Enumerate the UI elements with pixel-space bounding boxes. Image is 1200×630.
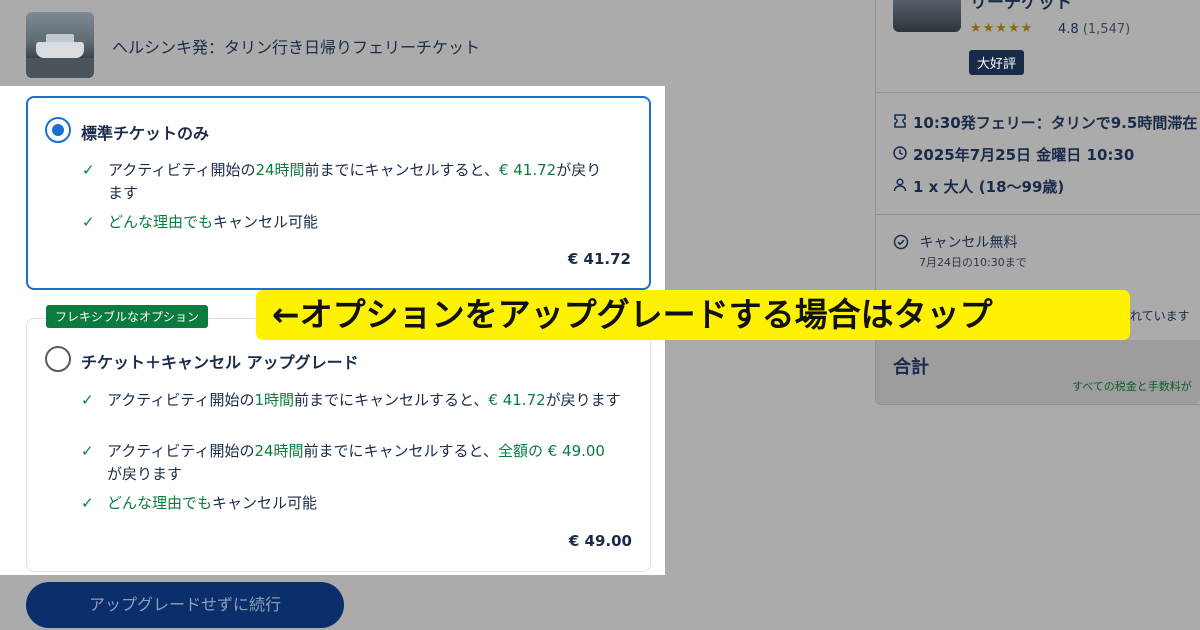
- option-price: € 41.72: [567, 250, 631, 268]
- feature-text: 前までにキャンセルすると、: [294, 391, 489, 409]
- feature-text: アクティビティ開始の: [107, 442, 255, 460]
- travelers-row: 1 x 大人 (18〜99歳): [893, 176, 1064, 197]
- feature-item: ✓ アクティビティ開始の24時間前までにキャンセルすると、€ 41.72が戻りま…: [82, 159, 602, 205]
- summary-thumbnail: [893, 0, 961, 32]
- check-icon: ✓: [81, 442, 94, 460]
- feature-item: ✓ どんな理由でもキャンセル可能: [81, 492, 317, 515]
- check-icon: ✓: [81, 494, 94, 512]
- popular-badge: 大好評: [969, 50, 1025, 75]
- cancel-deadline: 7月24日の10:30まで: [919, 256, 1027, 269]
- departure-row: 10:30発フェリー：タリンで9.5時間滞在: [893, 112, 1197, 133]
- feature-text: が戻ります: [545, 391, 621, 409]
- feature-text: アクティビティ開始の: [108, 161, 256, 179]
- tour-thumbnail: [26, 12, 94, 78]
- free-cancel-row: キャンセル無料: [893, 232, 1017, 252]
- feature-highlight: 24時間: [255, 161, 305, 179]
- date-row: 2025年7月25日 金曜日 10:30: [893, 144, 1134, 165]
- feature-price: € 41.72: [498, 161, 557, 179]
- departure-text: 10:30発フェリー：タリンで9.5時間滞在: [913, 114, 1198, 132]
- rating-value: 4.8: [1058, 22, 1079, 37]
- feature-text: が戻ります: [107, 465, 183, 483]
- page-title: ヘルシンキ発：タリン行き日帰りフェリーチケット: [112, 38, 481, 57]
- summary-divider: [876, 92, 1200, 93]
- feature-highlight: 24時間: [254, 442, 304, 460]
- option-title: チケット＋キャンセル アップグレード: [81, 353, 359, 372]
- date-text: 2025年7月25日 金曜日 10:30: [913, 146, 1135, 164]
- feature-item: ✓ どんな理由でもキャンセル可能: [82, 211, 318, 234]
- feature-text: キャンセル可能: [213, 213, 319, 231]
- feature-text: キャンセル可能: [212, 494, 318, 512]
- total-label: 合計: [893, 357, 929, 378]
- person-icon: [893, 178, 913, 196]
- feature-highlight: どんな理由でも: [107, 494, 213, 512]
- annotation-callout: ←オプションをアップグレードする場合はタップ: [256, 290, 1130, 340]
- continue-without-upgrade-button[interactable]: アップグレードせずに続行: [26, 582, 344, 628]
- option-title: 標準チケットのみ: [81, 124, 210, 143]
- flexible-option-badge: フレキシブルなオプション: [46, 305, 209, 328]
- travelers-text: 1 x 大人 (18〜99歳): [913, 178, 1065, 196]
- option-card-upgrade[interactable]: チケット＋キャンセル アップグレード ✓ アクティビティ開始の1時間前までにキャ…: [26, 318, 651, 572]
- check-circle-icon: [893, 234, 919, 251]
- feature-price: € 41.72: [488, 391, 546, 409]
- feature-text: アクティビティ開始の: [107, 391, 255, 409]
- free-cancel-label: キャンセル無料: [919, 235, 1018, 251]
- ship-hull: [36, 42, 84, 58]
- feature-text: 前までにキャンセルすると、: [304, 161, 499, 179]
- rating: 4.8 (1,547): [1058, 22, 1130, 37]
- ticket-icon: [893, 114, 913, 132]
- feature-item: ✓ アクティビティ開始の1時間前までにキャンセルすると、€ 41.72が戻ります: [81, 389, 641, 412]
- check-icon: ✓: [82, 161, 95, 179]
- feature-text: 前までにキャンセルすると、: [303, 442, 498, 460]
- tax-note: すべての税金と手数料が: [1072, 380, 1192, 393]
- radio-selected[interactable]: [45, 117, 71, 143]
- option-price: € 49.00: [568, 532, 632, 550]
- water: [26, 58, 94, 78]
- rating-count: (1,547): [1082, 22, 1131, 37]
- radio-unselected[interactable]: [45, 346, 71, 372]
- summary-divider: [876, 214, 1200, 215]
- clock-icon: [893, 146, 913, 164]
- feature-item: ✓ アクティビティ開始の24時間前までにキャンセルすると、全額の € 49.00…: [81, 440, 621, 486]
- check-icon: ✓: [81, 391, 94, 409]
- option-card-standard[interactable]: 標準チケットのみ ✓ アクティビティ開始の24時間前までにキャンセルすると、€ …: [26, 96, 651, 290]
- feature-highlight: どんな理由でも: [108, 213, 214, 231]
- summary-title: リーチケット: [970, 0, 1072, 13]
- rating-stars-icon: ★★★★★: [970, 21, 1034, 36]
- included-text: れています: [1130, 309, 1190, 323]
- feature-highlight: 1時間: [254, 391, 294, 409]
- check-icon: ✓: [82, 213, 95, 231]
- feature-price: 全額の € 49.00: [497, 442, 605, 460]
